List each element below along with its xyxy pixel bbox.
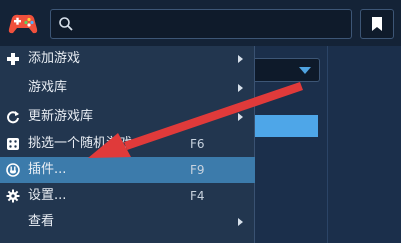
menu-item-random-game[interactable]: 挑选一个随机游戏 F6 [0,131,255,157]
chevron-down-icon [299,67,311,74]
submenu-arrow-icon [238,55,243,63]
menu-item-label: 游戏库 [28,80,68,95]
search-icon [59,17,73,31]
panel-divider [327,46,328,243]
search-input[interactable] [50,9,352,39]
dice-icon [7,138,19,150]
filter-dropdown[interactable] [255,58,320,82]
plugin-icon [6,163,20,177]
bookmark-button[interactable] [360,9,394,39]
menu-item-label: 添加游戏 [28,51,81,66]
gamepad-icon[interactable] [6,6,40,40]
menu-item-label: 设置... [28,188,67,203]
menu-item-label: 查看 [28,214,55,229]
menu-item-shortcut: F9 [190,163,205,177]
main-menu: 添加游戏 游戏库 更新游戏库 挑选一个随机游戏 F6 插件... F9 设置..… [0,46,255,243]
gear-icon [6,189,20,203]
menu-item-label: 挑选一个随机游戏 [28,136,133,151]
bookmark-icon [372,17,382,31]
menu-item-add-game[interactable]: 添加游戏 [0,46,255,72]
menu-item-shortcut: F4 [190,189,205,203]
blue-action-bar[interactable] [255,115,318,137]
refresh-icon [7,111,19,124]
top-bar [0,0,401,46]
menu-item-label: 更新游戏库 [28,109,94,124]
menu-item-library[interactable]: 游戏库 [0,75,255,101]
menu-item-update-library[interactable]: 更新游戏库 [0,104,255,130]
menu-item-settings[interactable]: 设置... F4 [0,183,255,209]
submenu-arrow-icon [238,218,243,226]
menu-item-shortcut: F6 [190,137,205,151]
menu-item-label: 插件... [28,162,67,177]
menu-item-plugins[interactable]: 插件... F9 [0,157,255,183]
submenu-arrow-icon [238,113,243,121]
plus-icon [7,53,19,65]
menu-item-view[interactable]: 查看 [0,209,255,235]
submenu-arrow-icon [238,84,243,92]
